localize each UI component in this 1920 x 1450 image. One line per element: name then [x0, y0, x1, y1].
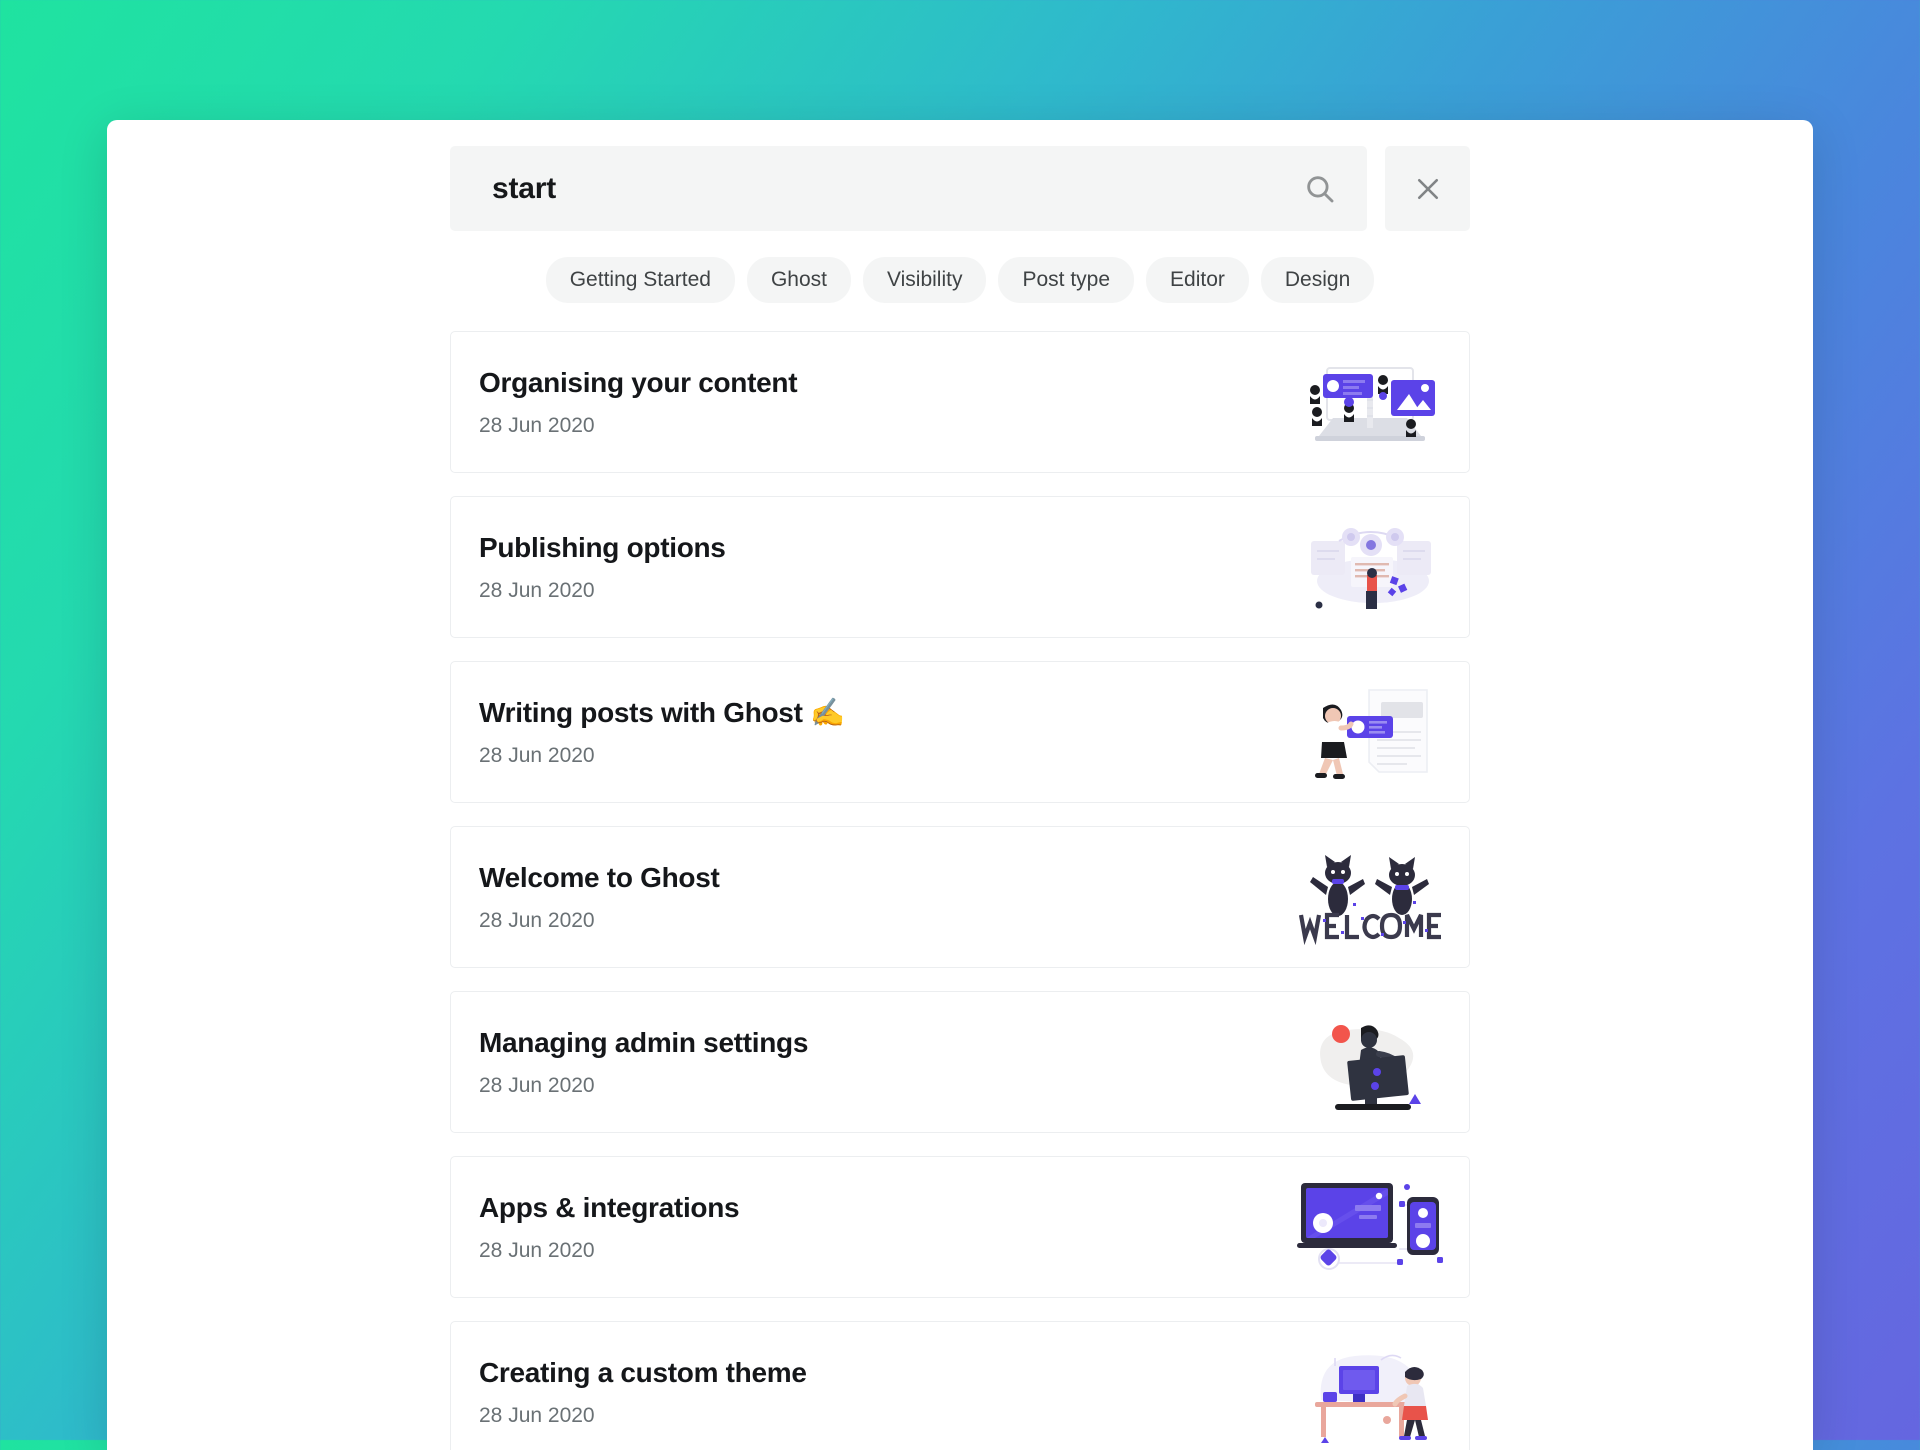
welcome-cats-illustration	[1295, 845, 1445, 950]
result-date: 28 Jun 2020	[479, 908, 595, 932]
search-result-item[interactable]: Apps & integrations 28 Jun 2020	[450, 1156, 1470, 1298]
result-text: Publishing options 28 Jun 2020	[479, 532, 726, 602]
search-modal-body: start Getting Started Ghost Visibility P…	[450, 120, 1470, 1450]
result-text: Managing admin settings 28 Jun 2020	[479, 1027, 809, 1097]
result-date: 28 Jun 2020	[479, 1238, 595, 1262]
tag-filter-visibility[interactable]: Visibility	[863, 257, 987, 303]
result-text: Organising your content 28 Jun 2020	[479, 367, 798, 437]
result-date: 28 Jun 2020	[479, 1073, 595, 1097]
publishing-options-illustration	[1295, 515, 1445, 620]
search-results-list: Organising your content 28 Jun 2020 Publ…	[450, 331, 1470, 1450]
tag-filter-post-type[interactable]: Post type	[998, 257, 1135, 303]
result-date: 28 Jun 2020	[479, 413, 595, 437]
search-result-item[interactable]: Creating a custom theme 28 Jun 2020	[450, 1321, 1470, 1450]
search-result-item[interactable]: Publishing options 28 Jun 2020	[450, 496, 1470, 638]
custom-theme-illustration	[1295, 1340, 1445, 1445]
search-icon[interactable]	[1303, 172, 1337, 206]
close-button[interactable]	[1385, 146, 1470, 231]
tag-filter-design[interactable]: Design	[1260, 257, 1375, 303]
result-date: 28 Jun 2020	[479, 743, 595, 767]
admin-settings-illustration	[1295, 1010, 1445, 1115]
search-row: start	[450, 146, 1470, 231]
search-result-item[interactable]: Welcome to Ghost 28 Jun 2020	[450, 826, 1470, 968]
search-result-item[interactable]: Writing posts with Ghost ✍️ 28 Jun 2020	[450, 661, 1470, 803]
writing-posts-illustration	[1295, 680, 1445, 785]
result-title: Writing posts with Ghost ✍️	[479, 697, 845, 729]
result-title: Creating a custom theme	[479, 1357, 807, 1389]
search-result-item[interactable]: Managing admin settings 28 Jun 2020	[450, 991, 1470, 1133]
tag-filter-list: Getting Started Ghost Visibility Post ty…	[450, 257, 1470, 303]
result-date: 28 Jun 2020	[479, 578, 595, 602]
result-title: Organising your content	[479, 367, 798, 399]
close-icon	[1413, 174, 1443, 204]
result-title: Welcome to Ghost	[479, 862, 720, 894]
result-text: Writing posts with Ghost ✍️ 28 Jun 2020	[479, 697, 845, 767]
content-organising-illustration	[1295, 350, 1445, 455]
tag-filter-getting-started[interactable]: Getting Started	[545, 257, 735, 303]
tag-filter-ghost[interactable]: Ghost	[746, 257, 851, 303]
tag-filter-editor[interactable]: Editor	[1146, 257, 1249, 303]
apps-integrations-illustration	[1295, 1175, 1445, 1280]
result-text: Welcome to Ghost 28 Jun 2020	[479, 862, 720, 932]
result-text: Creating a custom theme 28 Jun 2020	[479, 1357, 807, 1427]
search-result-item[interactable]: Organising your content 28 Jun 2020	[450, 331, 1470, 473]
result-text: Apps & integrations 28 Jun 2020	[479, 1192, 740, 1262]
result-title: Publishing options	[479, 532, 726, 564]
result-title: Managing admin settings	[479, 1027, 809, 1059]
result-title: Apps & integrations	[479, 1192, 740, 1224]
search-modal: start Getting Started Ghost Visibility P…	[107, 120, 1813, 1450]
search-input-value: start	[492, 171, 557, 205]
search-input[interactable]: start	[450, 146, 1367, 231]
result-date: 28 Jun 2020	[479, 1403, 595, 1427]
